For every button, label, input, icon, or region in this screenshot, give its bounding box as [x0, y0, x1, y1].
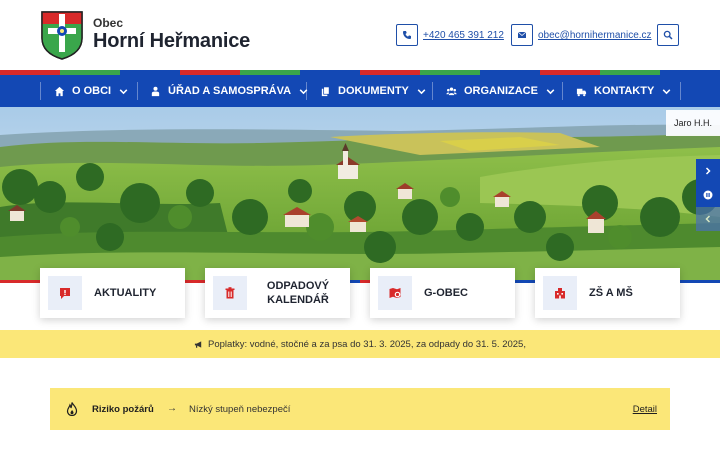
arrow-right-icon: → [167, 403, 177, 414]
card-g-obec[interactable]: G-OBEC [370, 268, 515, 318]
nav-item-organizace[interactable]: ORGANIZACE [446, 75, 556, 107]
pause-icon [703, 190, 713, 200]
email-icon[interactable] [511, 24, 533, 46]
fire-risk-detail-link[interactable]: Detail [633, 404, 657, 415]
nav-item-label: ÚŘAD A SAMOSPRÁVA [168, 85, 292, 97]
chevron-left-icon [705, 215, 711, 223]
nav-item-dokumenty[interactable]: DOKUMENTY [320, 75, 427, 107]
chevron-down-icon [662, 88, 671, 94]
chevron-down-icon [119, 88, 128, 94]
hero-landscape-image [0, 107, 720, 283]
email-link[interactable]: obec@hornihermanice.cz [538, 30, 652, 41]
phone-link[interactable]: +420 465 391 212 [423, 30, 504, 41]
school-icon [543, 276, 577, 310]
notice-text: Poplatky: vodné, stočné a za psa do 31. … [208, 338, 526, 350]
card-odpadovy-kalendar[interactable]: ODPADOVÝ KALENDÁŘ [205, 268, 350, 318]
pause-slideshow-button[interactable] [696, 183, 720, 207]
official-icon [151, 86, 160, 96]
phone-icon[interactable] [396, 24, 418, 46]
card-zs-a-ms[interactable]: ZŠ A MŠ [535, 268, 680, 318]
trash-icon [213, 276, 247, 310]
nav-item-urad[interactable]: ÚŘAD A SAMOSPRÁVA [150, 75, 309, 107]
map-marker-icon [378, 276, 412, 310]
coat-of-arms-logo[interactable] [40, 10, 84, 60]
nav-item-o-obci[interactable]: O OBCI [54, 75, 129, 107]
home-icon [54, 86, 65, 96]
news-icon [48, 276, 82, 310]
fire-risk-level: Nízký stupeň nebezpečí [189, 404, 291, 415]
fees-notice-bar[interactable]: Poplatky: vodné, stočné a za psa do 31. … [0, 330, 720, 358]
fire-icon [66, 402, 78, 416]
chevron-down-icon [546, 88, 555, 94]
next-slide-button[interactable] [696, 159, 720, 183]
site-title[interactable]: Horní Heřmanice [93, 30, 250, 53]
card-label: ODPADOVÝ KALENDÁŘ [266, 280, 330, 306]
contacts-icon [576, 88, 587, 96]
brand-prefix: Obec [93, 16, 124, 30]
people-icon [446, 87, 457, 95]
photo-credit: Jaro H.H. [666, 110, 720, 136]
nav-item-label: DOKUMENTY [338, 85, 409, 97]
search-icon[interactable] [657, 24, 679, 46]
site-header: Obec Horní Heřmanice +420 465 391 212 ob… [0, 0, 720, 70]
chevron-right-icon [705, 167, 711, 175]
prev-slide-button[interactable] [696, 207, 720, 231]
fire-risk-title: Riziko požárů [92, 404, 154, 415]
main-navigation: O OBCI ÚŘAD A SAMOSPRÁVA DOKUMENTY ORGAN… [0, 75, 720, 107]
chevron-down-icon [299, 88, 308, 94]
megaphone-icon [194, 340, 202, 348]
chevron-down-icon [417, 88, 426, 94]
nav-item-kontakty[interactable]: KONTAKTY [576, 75, 672, 107]
card-aktuality[interactable]: AKTUALITY [40, 268, 185, 318]
nav-item-label: ORGANIZACE [464, 85, 538, 97]
documents-icon [321, 86, 330, 96]
card-label: AKTUALITY [94, 287, 157, 299]
nav-item-label: KONTAKTY [594, 85, 655, 97]
card-label: G-OBEC [424, 287, 468, 299]
hero-banner: Jaro H.H. [0, 107, 720, 283]
nav-item-label: O OBCI [72, 85, 112, 97]
card-label: ZŠ A MŠ [589, 287, 633, 299]
fire-risk-panel: Riziko požárů → Nízký stupeň nebezpečí D… [50, 388, 670, 430]
